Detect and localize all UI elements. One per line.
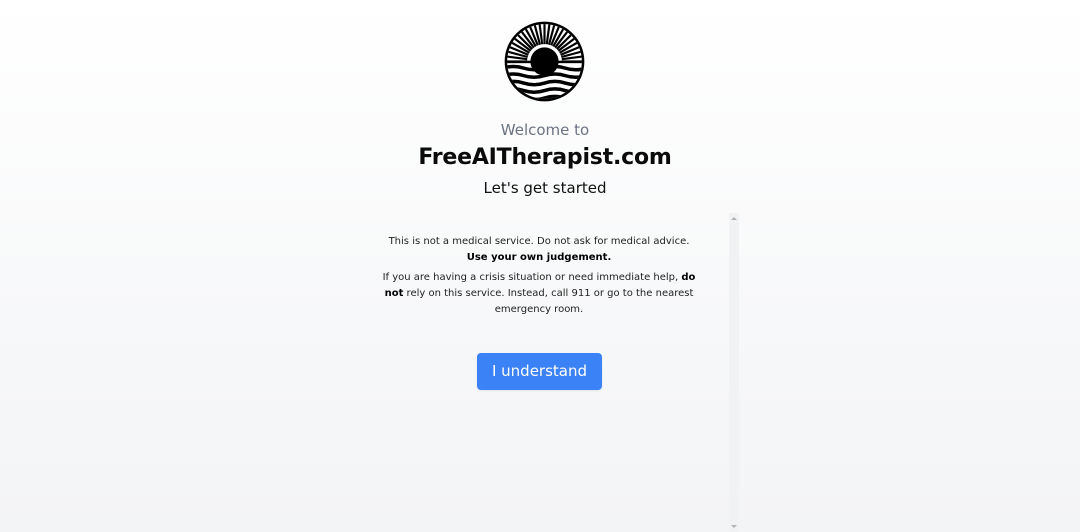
scroll-up-arrow-icon[interactable] bbox=[731, 217, 737, 220]
page-subtitle: Let's get started bbox=[483, 179, 607, 197]
site-title: FreeAITherapist.com bbox=[418, 145, 672, 170]
crisis-disclaimer-text-b: rely on this service. Instead, call 911 … bbox=[403, 288, 694, 315]
onboarding-page: Welcome to FreeAITherapist.com Let's get… bbox=[0, 0, 1080, 532]
medical-disclaimer-text: This is not a medical service. Do not as… bbox=[388, 236, 690, 247]
panel-scrollbar[interactable] bbox=[729, 213, 739, 532]
sunset-over-waves-icon bbox=[504, 21, 585, 102]
crisis-disclaimer: If you are having a crisis situation or … bbox=[377, 270, 701, 318]
medical-disclaimer-emphasis: Use your own judgement. bbox=[466, 252, 612, 263]
i-understand-button[interactable]: I understand bbox=[477, 353, 602, 390]
welcome-text: Welcome to bbox=[500, 121, 590, 139]
disclaimer-text: This is not a medical service. Do not as… bbox=[377, 234, 701, 322]
scroll-down-arrow-icon[interactable] bbox=[731, 525, 737, 528]
crisis-disclaimer-text-a: If you are having a crisis situation or … bbox=[382, 272, 682, 283]
medical-disclaimer: This is not a medical service. Do not as… bbox=[377, 234, 701, 266]
